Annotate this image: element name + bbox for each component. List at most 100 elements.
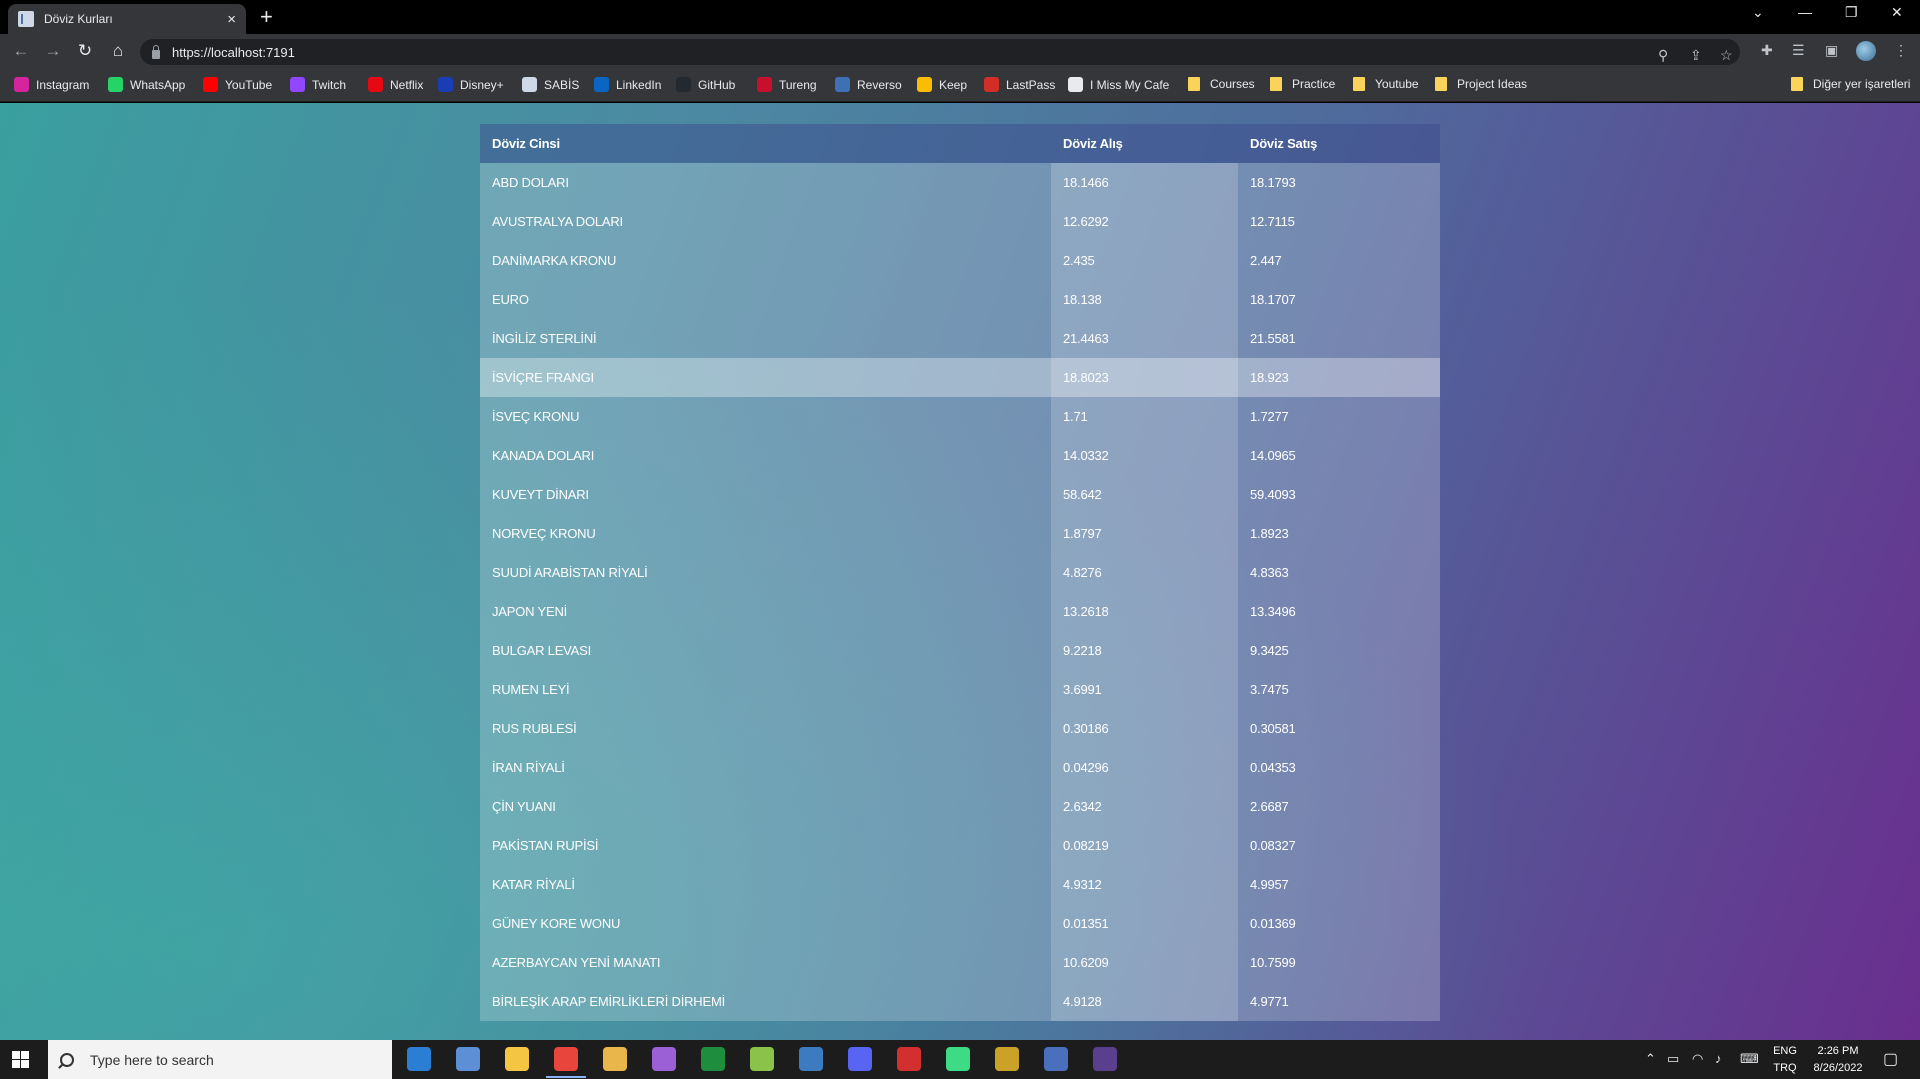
reading-list-icon[interactable]: ☰ (1792, 42, 1805, 59)
close-window-button[interactable]: ✕ (1891, 4, 1903, 21)
tool-icon[interactable] (603, 1047, 627, 1071)
wifi-icon[interactable]: ◠ (1692, 1051, 1703, 1067)
table-row: ABD DOLARI 18.1466 18.1793 (480, 163, 1440, 202)
currency-name-cell: İSVEÇ KRONU (480, 397, 1051, 436)
sell-rate-cell: 59.4093 (1238, 475, 1440, 514)
bookmark-16[interactable]: Youtube (1353, 77, 1419, 91)
chrome-icon[interactable] (546, 1047, 586, 1078)
bookmark-label: YouTube (225, 77, 273, 92)
mail-icon[interactable] (407, 1047, 431, 1071)
bookmark-14[interactable]: Courses (1188, 77, 1255, 91)
buy-rate-cell: 4.9312 (1051, 865, 1238, 904)
terminal-icon[interactable] (1093, 1047, 1117, 1071)
table-row: JAPON YENİ 13.2618 13.3496 (480, 592, 1440, 631)
android-studio-icon[interactable] (946, 1047, 970, 1071)
home-icon[interactable]: ⌂ (107, 41, 129, 61)
browser-toolbar: ← → ↻ ⌂ https://localhost:7191 ⚲ ⇪ ☆ ✚ ☰… (0, 34, 1920, 70)
visual-studio-icon[interactable] (652, 1047, 676, 1071)
share-icon[interactable]: ⇪ (1690, 47, 1702, 64)
side-panel-icon[interactable]: ▣ (1825, 42, 1838, 59)
twitch-icon (290, 77, 305, 92)
extensions-icon[interactable]: ✚ (1761, 42, 1773, 59)
buy-rate-cell: 21.4463 (1051, 319, 1238, 358)
minimize-button[interactable]: — (1798, 4, 1812, 20)
bookmark-star-icon[interactable]: ☆ (1720, 47, 1733, 64)
table-row: KANADA DOLARI 14.0332 14.0965 (480, 436, 1440, 475)
new-tab-button[interactable]: + (260, 6, 273, 28)
discord-icon[interactable] (848, 1047, 872, 1071)
bookmark-label: GitHub (698, 77, 736, 92)
bookmark-15[interactable]: Practice (1270, 77, 1335, 91)
url-text[interactable]: https://localhost:7191 (172, 45, 295, 60)
keyboard-icon[interactable]: ⌨ (1740, 1051, 1759, 1067)
lock-icon[interactable] (152, 44, 160, 59)
other-bookmarks[interactable]: Diğer yer işaretleri (1791, 77, 1910, 91)
sell-rate-cell: 18.923 (1238, 358, 1440, 397)
system-clock[interactable]: 2:26 PM 8/26/2022 (1808, 1043, 1868, 1077)
back-icon[interactable]: ← (10, 41, 32, 61)
buy-rate-cell: 0.01351 (1051, 904, 1238, 943)
buy-rate-cell: 14.0332 (1051, 436, 1238, 475)
tab-title: Döviz Kurları (44, 12, 113, 26)
steam-icon[interactable] (799, 1047, 823, 1071)
zoom-icon[interactable]: ⚲ (1658, 47, 1668, 64)
bookmark-13[interactable]: I Miss My Cafe (1068, 77, 1169, 92)
buy-rate-cell: 0.30186 (1051, 709, 1238, 748)
bookmark-label: Youtube (1375, 77, 1419, 91)
sell-rate-cell: 2.6687 (1238, 787, 1440, 826)
volume-icon[interactable]: ♪ (1715, 1051, 1722, 1066)
bookmark-2[interactable]: YouTube (203, 77, 272, 92)
bookmark-11[interactable]: Keep (917, 77, 967, 92)
clock-date: 8/26/2022 (1813, 1062, 1863, 1074)
reverso-icon (835, 77, 850, 92)
excel-icon[interactable] (701, 1047, 725, 1071)
bookmark-label: WhatsApp (130, 77, 186, 92)
input-language[interactable]: ENG TRQ (1770, 1043, 1800, 1077)
reload-icon[interactable]: ↻ (74, 41, 96, 61)
forward-icon[interactable]: → (42, 41, 64, 61)
tab-search-icon[interactable]: ⌄ (1752, 4, 1764, 21)
globe-app-icon[interactable] (995, 1047, 1019, 1071)
sell-rate-cell: 18.1707 (1238, 280, 1440, 319)
profile-avatar[interactable] (1856, 41, 1876, 61)
taskbar-search-box[interactable]: Type here to search (48, 1040, 392, 1079)
red-app-icon[interactable] (897, 1047, 921, 1071)
file-explorer-icon[interactable] (505, 1047, 529, 1071)
currency-name-cell: AVUSTRALYA DOLARI (480, 202, 1051, 241)
buy-rate-cell: 58.642 (1051, 475, 1238, 514)
windows-start-icon[interactable] (12, 1051, 29, 1068)
table-body: ABD DOLARI 18.1466 18.1793 AVUSTRALYA DOLAR… (480, 163, 1440, 1021)
bookmark-17[interactable]: Project Ideas (1435, 77, 1527, 91)
notifications-icon[interactable]: ▢ (1883, 1049, 1898, 1069)
bookmark-7[interactable]: LinkedIn (594, 77, 661, 92)
currency-name-cell: İNGİLİZ STERLİNİ (480, 319, 1051, 358)
tab-close-icon[interactable]: × (227, 11, 236, 28)
bookmark-0[interactable]: Instagram (14, 77, 89, 92)
remote-desktop-icon[interactable] (1044, 1047, 1068, 1071)
bookmark-label: Courses (1210, 77, 1255, 91)
bookmark-5[interactable]: Disney+ (438, 77, 504, 92)
bookmark-label: Twitch (312, 77, 347, 92)
bookmark-6[interactable]: SABİS (522, 77, 579, 92)
table-row: İSVİÇRE FRANGI 18.8023 18.923 (480, 358, 1440, 397)
active-tab[interactable]: Döviz Kurları × (8, 4, 246, 34)
bookmark-9[interactable]: Tureng (757, 77, 817, 92)
bookmark-8[interactable]: GitHub (676, 77, 735, 92)
bookmark-label: LinkedIn (616, 77, 662, 92)
bookmark-12[interactable]: LastPass (984, 77, 1055, 92)
bookmark-3[interactable]: Twitch (290, 77, 346, 92)
bookmark-10[interactable]: Reverso (835, 77, 902, 92)
linkedin-icon (594, 77, 609, 92)
address-bar[interactable]: https://localhost:7191 ⚲ ⇪ ☆ (140, 39, 1740, 65)
show-hidden-icons-icon[interactable]: ⌃ (1645, 1051, 1656, 1067)
bookmark-label: Reverso (857, 77, 902, 92)
bookmark-4[interactable]: Netflix (368, 77, 423, 92)
instagram-icon (14, 77, 29, 92)
restore-button[interactable]: ❐ (1845, 4, 1858, 21)
menu-kebab-icon[interactable]: ⋮ (1894, 42, 1908, 59)
ide-icon[interactable] (456, 1047, 480, 1071)
battery-icon[interactable]: ▭ (1667, 1051, 1679, 1067)
bookmark-1[interactable]: WhatsApp (108, 77, 185, 92)
folder-icon (1188, 77, 1200, 91)
notepad-icon[interactable] (750, 1047, 774, 1071)
